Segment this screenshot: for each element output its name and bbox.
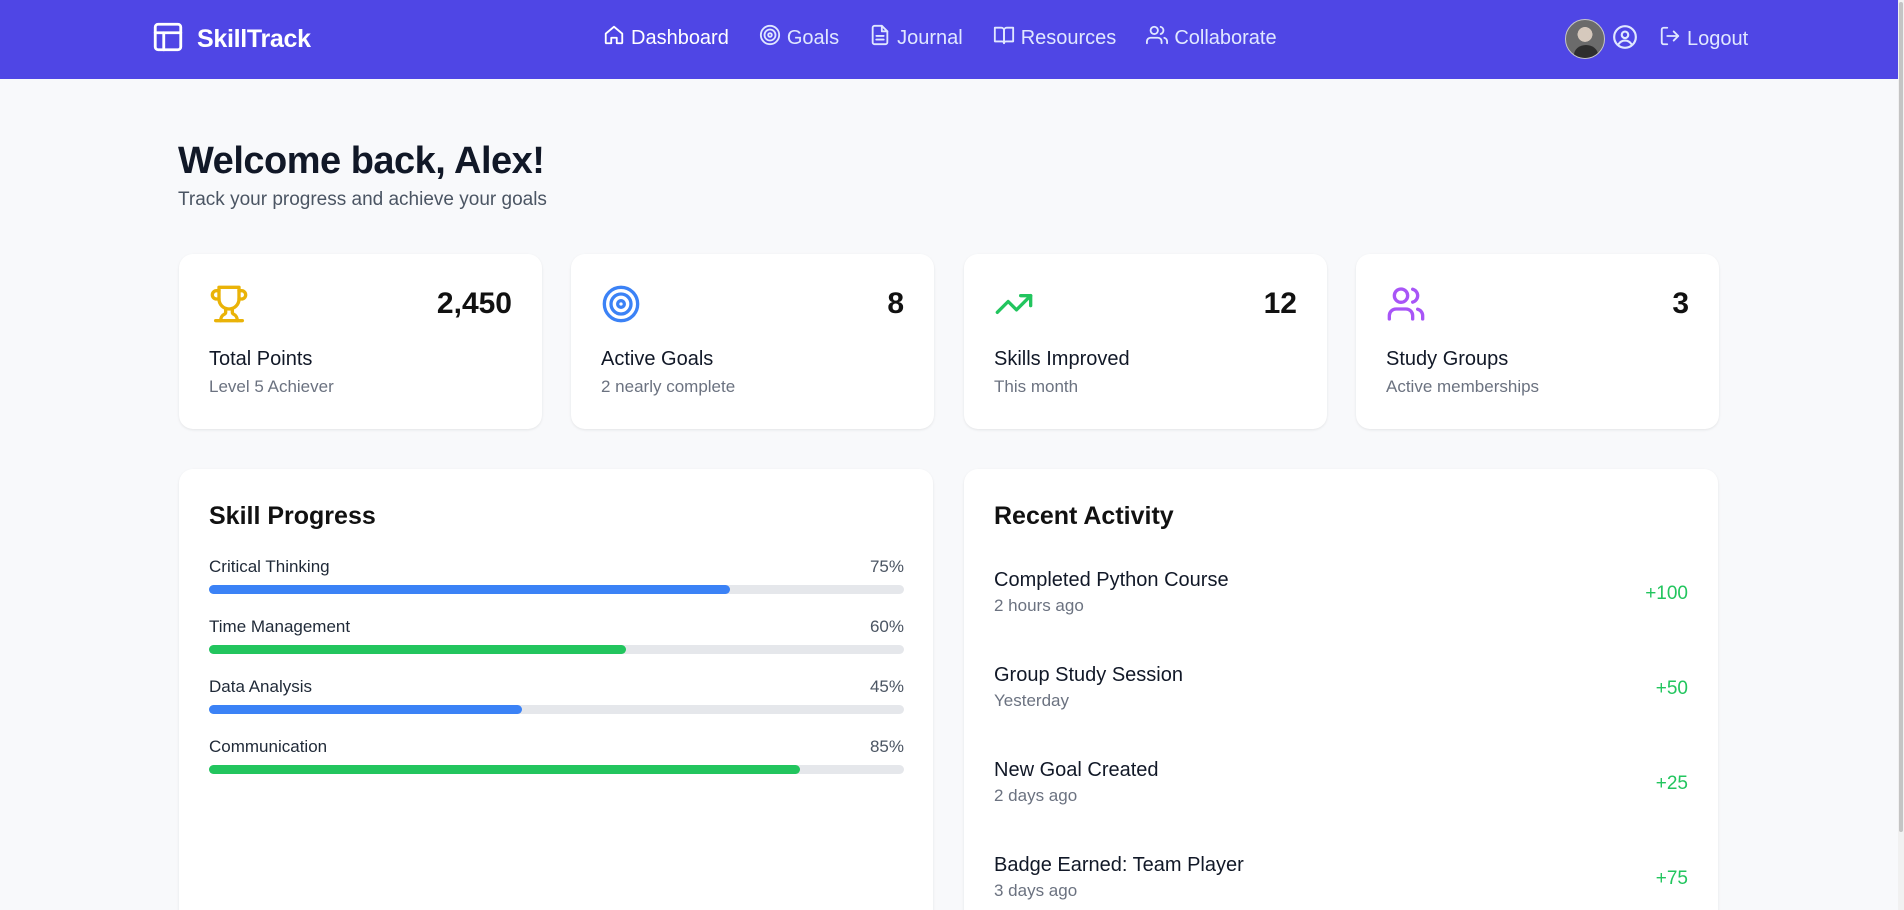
skill-percent: 45% [869, 677, 904, 696]
activity-title: New Goal Created [994, 759, 1159, 781]
nav-item-goals[interactable]: Goals [759, 24, 839, 52]
file-icon [869, 24, 891, 52]
page-title: Welcome back, Alex! [178, 140, 545, 182]
progress-track [209, 705, 904, 714]
trophy-icon [209, 284, 249, 329]
stat-label: Study Groups [1386, 348, 1509, 370]
stat-label: Total Points [209, 348, 313, 370]
brand[interactable]: SkillTrack [151, 20, 311, 59]
recent-activity-panel: Recent Activity Completed Python Course … [964, 469, 1718, 910]
activity-time: 2 days ago [994, 786, 1078, 805]
nav-item-collaborate[interactable]: Collaborate [1146, 24, 1277, 52]
stat-value: 2,450 [436, 287, 512, 320]
users-icon [1146, 24, 1169, 52]
progress-track [209, 585, 904, 594]
activity-points: +25 [1655, 773, 1688, 794]
skill-name: Time Management [209, 617, 351, 636]
stat-value: 3 [1672, 287, 1689, 320]
page-subtitle: Track your progress and achieve your goa… [178, 189, 547, 210]
panel-title: Skill Progress [209, 502, 376, 530]
skill-name: Communication [209, 737, 328, 756]
skill-percent: 60% [869, 617, 904, 636]
skill-row: Critical Thinking 75% [209, 557, 904, 594]
brand-name: SkillTrack [197, 25, 311, 53]
stat-card-study-groups: 3 Study Groups Active memberships [1356, 254, 1719, 429]
stat-subtext: Active memberships [1386, 377, 1540, 396]
nav-item-journal[interactable]: Journal [869, 24, 963, 52]
logout-label: Logout [1687, 27, 1749, 50]
activity-points: +100 [1645, 583, 1688, 604]
users-icon [1386, 284, 1426, 329]
activity-item[interactable]: Group Study Session Yesterday +50 [994, 664, 1688, 724]
target-icon [759, 24, 781, 52]
home-icon [603, 24, 625, 52]
stat-value: 8 [887, 287, 904, 320]
progress-fill [209, 705, 522, 714]
stat-subtext: This month [994, 377, 1079, 396]
logout-button[interactable]: Logout [1659, 25, 1748, 53]
nav-item-label: Dashboard [631, 26, 729, 49]
nav-item-dashboard[interactable]: Dashboard [603, 24, 729, 52]
stat-value: 12 [1263, 287, 1297, 320]
avatar[interactable] [1565, 19, 1605, 59]
activity-points: +75 [1655, 868, 1688, 889]
main-nav: Dashboard Goals Journal Resources Collab… [603, 24, 1277, 52]
stat-subtext: Level 5 Achiever [209, 377, 334, 396]
top-navbar: SkillTrack Dashboard Goals Journal Resou… [0, 0, 1898, 79]
activity-time: 2 hours ago [994, 596, 1084, 615]
nav-item-resources[interactable]: Resources [993, 24, 1117, 52]
progress-fill [209, 765, 800, 774]
stat-label: Skills Improved [994, 348, 1130, 370]
activity-item[interactable]: New Goal Created 2 days ago +25 [994, 759, 1688, 819]
stat-card-active-goals: 8 Active Goals 2 nearly complete [571, 254, 934, 429]
layout-icon [151, 20, 185, 59]
stat-card-total-points: 2,450 Total Points Level 5 Achiever [179, 254, 542, 429]
activity-item[interactable]: Badge Earned: Team Player 3 days ago +75 [994, 854, 1688, 910]
skill-row: Data Analysis 45% [209, 677, 904, 714]
activity-title: Badge Earned: Team Player [994, 854, 1244, 876]
activity-title: Group Study Session [994, 664, 1183, 686]
panel-title: Recent Activity [994, 502, 1174, 530]
skill-row: Communication 85% [209, 737, 904, 774]
nav-item-label: Journal [897, 26, 963, 49]
nav-item-label: Resources [1020, 26, 1117, 49]
user-circle-icon[interactable] [1612, 24, 1638, 55]
skill-name: Data Analysis [209, 677, 312, 696]
trending-up-icon [994, 284, 1034, 329]
scrollbar-thumb[interactable] [1899, 2, 1903, 832]
progress-fill [209, 585, 731, 594]
nav-item-label: Collaborate [1174, 26, 1277, 49]
progress-track [209, 645, 904, 654]
logout-icon [1659, 25, 1681, 53]
stat-card-skills-improved: 12 Skills Improved This month [964, 254, 1327, 429]
skill-percent: 85% [869, 737, 904, 756]
activity-title: Completed Python Course [994, 569, 1229, 591]
skill-percent: 75% [869, 557, 904, 576]
progress-track [209, 765, 904, 774]
activity-time: Yesterday [994, 691, 1069, 710]
progress-fill [209, 645, 626, 654]
page-scrollbar[interactable] [1898, 0, 1904, 910]
activity-time: 3 days ago [994, 881, 1078, 900]
activity-points: +50 [1655, 678, 1688, 699]
stat-label: Active Goals [601, 348, 714, 370]
skill-row: Time Management 60% [209, 617, 904, 654]
skill-name: Critical Thinking [209, 557, 330, 576]
skill-progress-panel: Skill Progress Critical Thinking 75% Tim… [179, 469, 933, 910]
activity-item[interactable]: Completed Python Course 2 hours ago +100 [994, 569, 1688, 629]
book-icon [993, 24, 1015, 52]
nav-right: Logout [1565, 19, 1748, 59]
nav-item-label: Goals [786, 26, 840, 49]
target-icon [601, 284, 641, 329]
stat-subtext: 2 nearly complete [601, 377, 736, 396]
